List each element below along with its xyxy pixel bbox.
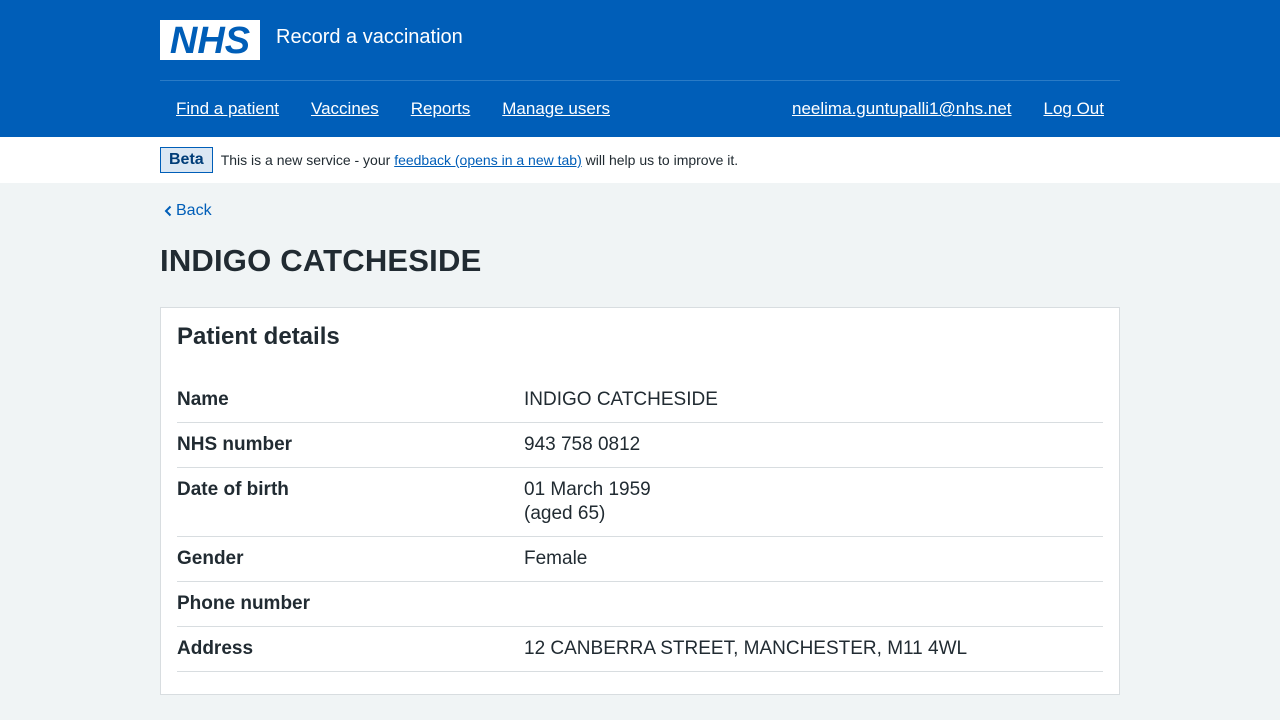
summary-key: Date of birth bbox=[177, 479, 289, 500]
nav-manage-users[interactable]: Manage users bbox=[486, 83, 626, 135]
summary-row-name: Name INDIGO CATCHESIDE bbox=[177, 378, 1103, 423]
nav-log-out[interactable]: Log Out bbox=[1028, 83, 1121, 135]
main-content: Back INDIGO CATCHESIDE Patient details N… bbox=[160, 183, 1120, 720]
nhs-logo[interactable]: NHS bbox=[160, 20, 260, 60]
back-link[interactable]: Back bbox=[160, 202, 212, 220]
nav-find-a-patient[interactable]: Find a patient bbox=[160, 83, 295, 135]
site-header: NHS Record a vaccination Find a patient … bbox=[0, 0, 1280, 137]
summary-row-nhs-number: NHS number 943 758 0812 bbox=[177, 423, 1103, 468]
summary-value: Female bbox=[524, 548, 588, 569]
phase-text-before: This is a new service - your bbox=[220, 152, 395, 168]
summary-value: 01 March 1959 (aged 65) bbox=[524, 478, 1103, 526]
patient-details-heading: Patient details bbox=[177, 323, 340, 350]
summary-value bbox=[524, 592, 1103, 616]
summary-value: INDIGO CATCHESIDE bbox=[524, 389, 718, 410]
age-value: (aged 65) bbox=[524, 503, 606, 524]
back-link-label: Back bbox=[176, 202, 212, 219]
summary-row-date-of-birth: Date of birth 01 March 1959 (aged 65) bbox=[177, 468, 1103, 537]
nhs-logo-icon: NHS bbox=[160, 20, 260, 60]
summary-key: Gender bbox=[177, 548, 244, 569]
summary-row-phone-number: Phone number bbox=[177, 582, 1103, 627]
feedback-link[interactable]: feedback (opens in a new tab) bbox=[394, 152, 582, 168]
nhs-logo-text: NHS bbox=[170, 20, 250, 60]
beta-tag: Beta bbox=[160, 147, 213, 173]
summary-key: NHS number bbox=[177, 434, 293, 455]
primary-navigation: Find a patient Vaccines Reports Manage u… bbox=[160, 81, 1120, 137]
dob-value: 01 March 1959 bbox=[524, 479, 651, 500]
service-name[interactable]: Record a vaccination bbox=[276, 25, 463, 49]
summary-key: Address bbox=[177, 638, 254, 659]
summary-row-address: Address 12 CANBERRA STREET, MANCHESTER, … bbox=[177, 627, 1103, 672]
chevron-left-icon bbox=[164, 205, 172, 217]
nav-user-email[interactable]: neelima.guntupalli1@nhs.net bbox=[776, 83, 1028, 135]
summary-key: Phone number bbox=[177, 593, 311, 614]
nav-vaccines[interactable]: Vaccines bbox=[295, 83, 395, 135]
phase-banner: Beta This is a new service - your feedba… bbox=[0, 137, 1280, 183]
phase-text-after: will help us to improve it. bbox=[581, 152, 739, 168]
summary-row-gender: Gender Female bbox=[177, 537, 1103, 582]
summary-value: 12 CANBERRA STREET, MANCHESTER, M11 4WL bbox=[524, 638, 968, 659]
summary-value: 943 758 0812 bbox=[524, 434, 641, 455]
patient-details-card: Patient details Name INDIGO CATCHESIDE N… bbox=[160, 307, 1120, 695]
summary-key: Name bbox=[177, 389, 229, 410]
phase-banner-text: This is a new service - your feedback (o… bbox=[221, 152, 738, 168]
summary-list: Name INDIGO CATCHESIDE NHS number 943 75… bbox=[177, 378, 1103, 672]
nav-reports[interactable]: Reports bbox=[395, 83, 487, 135]
page-title: INDIGO CATCHESIDE bbox=[160, 243, 482, 278]
